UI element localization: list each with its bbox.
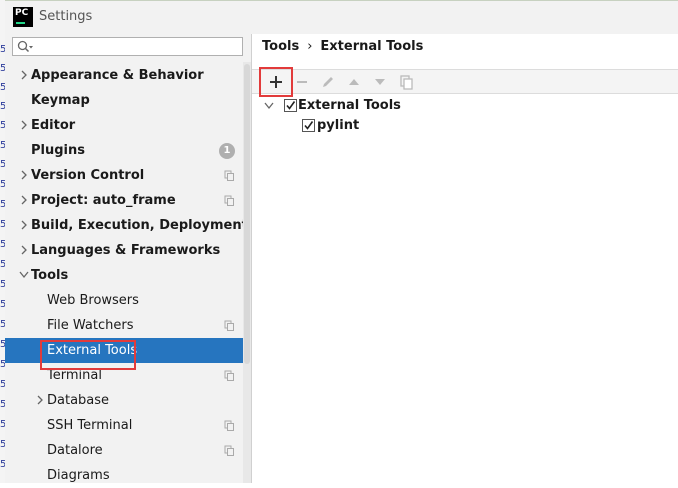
main-panel: Tools › External Tools External Tools py… — [252, 34, 678, 483]
pencil-icon — [323, 77, 333, 87]
project-scope-icon — [224, 420, 234, 431]
sidebar-item-version-control[interactable]: Version Control — [5, 163, 251, 188]
pylint-label: pylint — [317, 118, 360, 133]
project-scope-icon — [224, 370, 234, 381]
sidebar-item-label: Project: auto_frame — [31, 193, 176, 208]
highlight-add-button — [259, 67, 293, 97]
search-box[interactable] — [12, 37, 243, 56]
sidebar-item-ssh-terminal[interactable]: SSH Terminal — [5, 413, 251, 438]
move-up-button[interactable] — [344, 72, 364, 92]
arrow-up-icon — [349, 79, 359, 85]
minus-icon — [297, 81, 307, 83]
sidebar-item-label: Plugins — [31, 143, 85, 158]
search-input[interactable] — [35, 39, 235, 53]
copy-button[interactable] — [396, 72, 416, 92]
arrow-down-icon — [375, 79, 385, 85]
pycharm-logo-icon: PC — [13, 7, 33, 27]
chevron-down-icon[interactable] — [19, 270, 29, 280]
highlight-external-tools — [40, 340, 136, 370]
move-down-button[interactable] — [370, 72, 390, 92]
external-tools-toolbar — [252, 69, 678, 94]
chevron-right-icon[interactable] — [19, 245, 29, 255]
checkmark-icon — [304, 121, 314, 130]
window-title: Settings — [39, 9, 93, 24]
settings-sidebar: Appearance & Behavior Keymap Editor Plugins… — [5, 34, 252, 483]
copy-icon — [400, 75, 413, 90]
pylint-checkbox[interactable] — [302, 119, 315, 132]
sidebar-item-editor[interactable]: Editor — [5, 113, 251, 138]
chevron-right-icon[interactable] — [19, 70, 29, 80]
sidebar-item-label: SSH Terminal — [47, 418, 133, 433]
sidebar-item-diagrams[interactable]: Diagrams — [5, 463, 251, 488]
checkmark-icon — [286, 101, 296, 110]
project-scope-icon — [224, 170, 234, 181]
group-checkbox[interactable] — [284, 99, 297, 112]
breadcrumb: Tools › External Tools — [262, 39, 423, 55]
breadcrumb-current: External Tools — [320, 39, 424, 54]
project-scope-icon — [224, 320, 234, 331]
sidebar-item-project-auto-frame[interactable]: Project: auto_frame — [5, 188, 251, 213]
chevron-right-icon[interactable] — [19, 170, 29, 180]
sidebar-item-file-watchers[interactable]: File Watchers — [5, 313, 251, 338]
sidebar-item-label: File Watchers — [47, 318, 134, 333]
sidebar-item-keymap[interactable]: Keymap — [5, 88, 251, 113]
chevron-right-icon[interactable] — [35, 395, 45, 405]
project-scope-icon — [224, 445, 234, 456]
chevron-right-icon[interactable] — [19, 120, 29, 130]
project-scope-icon — [224, 195, 234, 206]
remove-button[interactable] — [292, 72, 312, 92]
sidebar-item-label: Keymap — [31, 93, 90, 108]
sidebar-item-label: Tools — [31, 268, 69, 283]
breadcrumb-parent[interactable]: Tools — [262, 39, 299, 54]
sidebar-item-label: Appearance & Behavior — [31, 68, 204, 83]
edit-button[interactable] — [318, 72, 338, 92]
sidebar-item-web-browsers[interactable]: Web Browsers — [5, 288, 251, 313]
sidebar-item-label: Web Browsers — [47, 293, 139, 308]
sidebar-item-label: Version Control — [31, 168, 145, 183]
sidebar-item-label: Database — [47, 393, 110, 408]
sidebar-item-tools[interactable]: Tools — [5, 263, 251, 288]
chevron-right-icon[interactable] — [19, 195, 29, 205]
sidebar-item-languages-frameworks[interactable]: Languages & Frameworks — [5, 238, 251, 263]
scrollbar-thumb[interactable] — [244, 64, 250, 364]
sidebar-item-build-execution-deployment[interactable]: Build, Execution, Deployment — [5, 213, 251, 238]
breadcrumb-separator: › — [307, 39, 313, 54]
sidebar-item-database[interactable]: Database — [5, 388, 251, 413]
chevron-down-icon[interactable] — [264, 102, 274, 110]
chevron-right-icon[interactable] — [19, 220, 29, 230]
search-icon — [17, 40, 33, 53]
title-bar: PC Settings — [5, 0, 678, 34]
sidebar-item-plugins[interactable]: Plugins 1 — [5, 138, 251, 163]
sidebar-item-label: Build, Execution, Deployment — [31, 218, 248, 233]
sidebar-scrollbar[interactable] — [243, 62, 251, 483]
sidebar-item-datalore[interactable]: Datalore — [5, 438, 251, 463]
sidebar-item-label: Diagrams — [47, 468, 110, 483]
sidebar-item-label: Languages & Frameworks — [31, 243, 221, 258]
update-count-badge: 1 — [219, 143, 235, 159]
sidebar-item-appearance-behavior[interactable]: Appearance & Behavior — [5, 63, 251, 88]
group-label: External Tools — [298, 98, 401, 113]
sidebar-item-label: Datalore — [47, 443, 103, 458]
sidebar-item-label: Editor — [31, 118, 76, 133]
